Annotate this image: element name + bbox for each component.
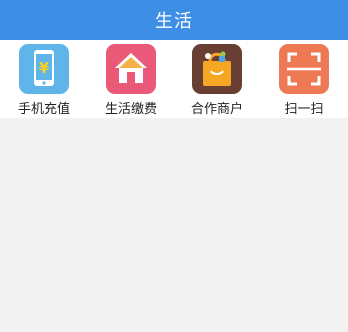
app-header: 生活 [0,0,348,40]
scan-icon [279,44,329,94]
home-icon [106,44,156,94]
shopping-bag-icon [192,44,242,94]
svg-text:¥: ¥ [39,59,50,77]
utility-payment-button[interactable]: 生活缴费 [91,44,171,117]
empty-content-area [0,118,348,332]
partner-merchants-button[interactable]: 合作商户 [177,44,257,117]
phone-recharge-button[interactable]: ¥ 手机充值 [4,44,84,117]
utility-payment-label: 生活缴费 [104,102,157,117]
service-grid: ¥ 手机充值 生活缴费 合作商户 扫一扫 [0,40,348,118]
partner-merchants-label: 合作商户 [190,102,243,117]
scan-label: 扫一扫 [284,102,324,117]
scan-button[interactable]: 扫一扫 [264,44,344,117]
phone-recharge-icon: ¥ [19,44,69,94]
page-title: 生活 [155,11,193,32]
phone-recharge-label: 手机充值 [17,102,70,117]
